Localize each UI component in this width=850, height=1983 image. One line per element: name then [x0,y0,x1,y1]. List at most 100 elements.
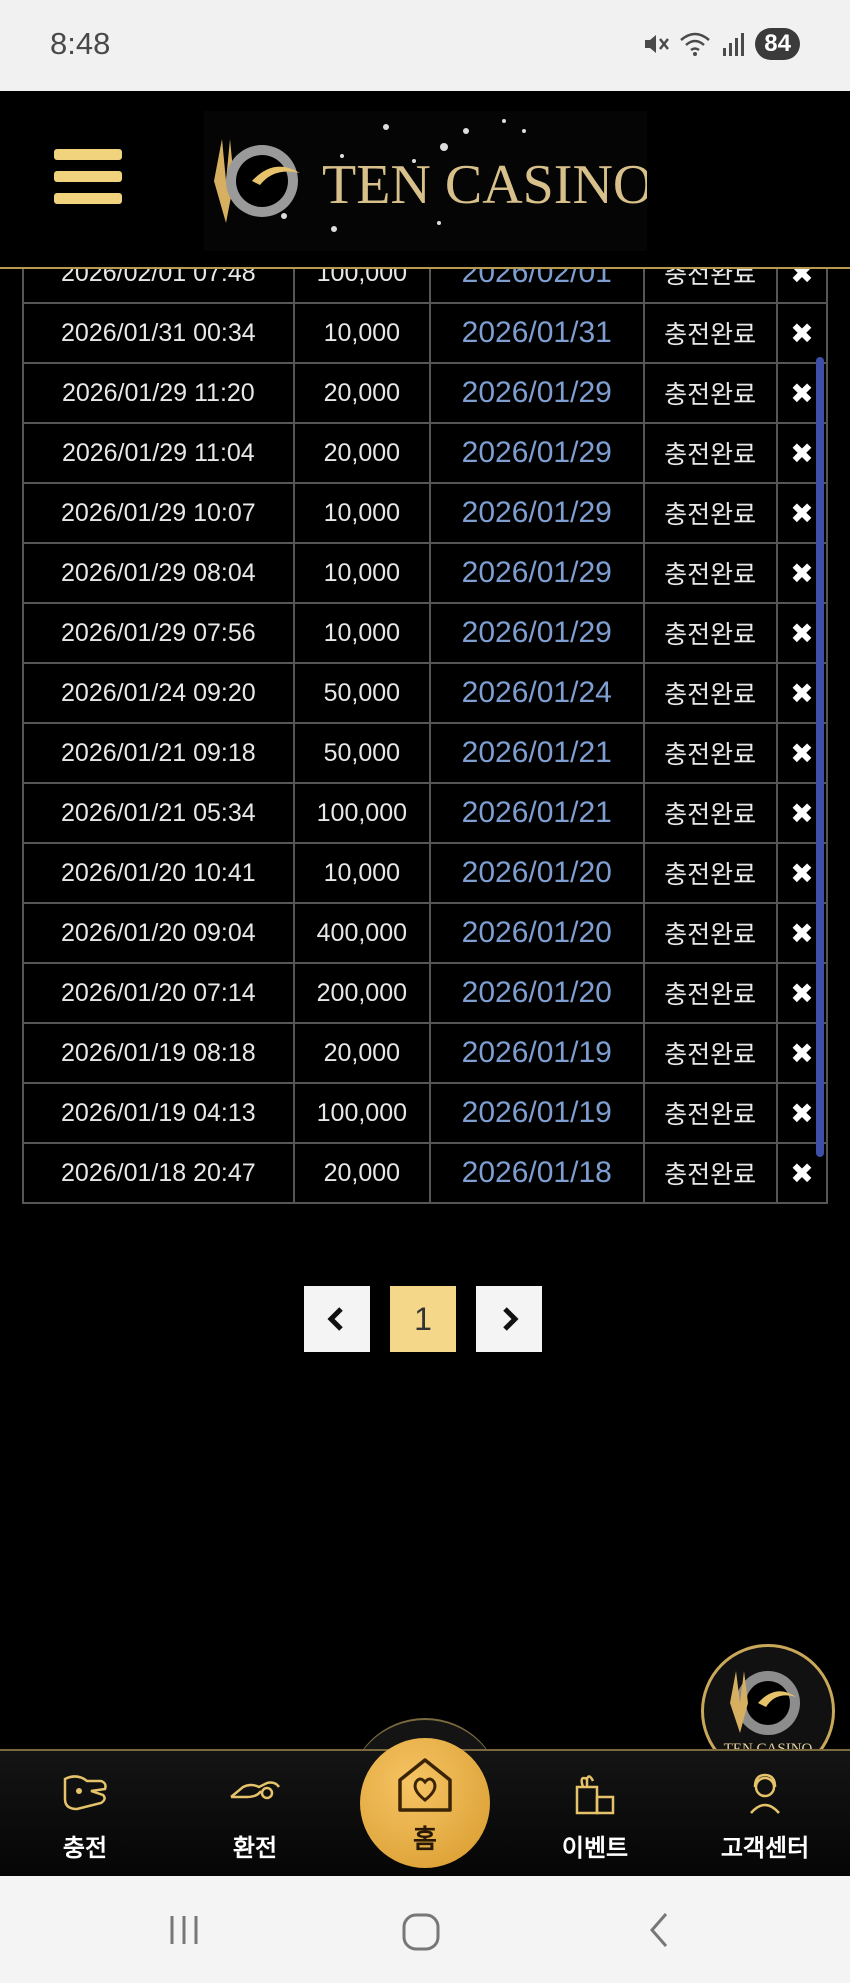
battery-indicator: 84 [755,28,800,60]
table-row: 2026/01/31 00:34 10,000 2026/01/31 충전완료 ✖ [22,302,828,364]
row-date-link[interactable]: 2026/01/21 [429,782,645,844]
row-status: 충전완료 [642,269,778,304]
row-datetime: 2026/01/29 11:20 [22,362,295,424]
row-date-link[interactable]: 2026/01/29 [429,362,645,424]
row-date-link[interactable]: 2026/01/18 [429,1142,645,1204]
hamburger-menu-button[interactable] [54,149,122,209]
table-row: 2026/01/29 11:04 20,000 2026/01/29 충전완료 ✖ [22,422,828,484]
table-row: 2026/01/18 20:47 20,000 2026/01/18 충전완료 ✖ [22,1142,828,1204]
chevron-left-icon [327,1307,343,1331]
wifi-icon [680,32,711,56]
prev-page-button[interactable] [304,1286,370,1352]
row-amount: 50,000 [292,662,432,724]
row-date-link[interactable]: 2026/01/29 [429,542,645,604]
nav-event[interactable]: 이벤트 [530,1751,660,1878]
row-datetime: 2026/01/29 11:04 [22,422,295,484]
next-page-button[interactable] [476,1286,542,1352]
back-icon[interactable] [644,1910,674,1950]
row-amount: 100,000 [292,1082,432,1144]
page-number-current[interactable]: 1 [390,1286,456,1352]
row-datetime: 2026/01/31 00:34 [22,302,295,364]
menu-bar [54,171,122,182]
pagination: 1 [304,1286,542,1352]
row-datetime: 2026/01/29 08:04 [22,542,295,604]
row-amount: 50,000 [292,722,432,784]
table-row: 2026/01/20 10:41 10,000 2026/01/20 충전완료 ✖ [22,842,828,904]
row-date-link[interactable]: 2026/01/29 [429,422,645,484]
row-amount: 10,000 [292,482,432,544]
menu-bar [54,149,122,160]
app-header: TEN CASINO [0,91,850,269]
row-date-link[interactable]: 2026/01/20 [429,962,645,1024]
table-row: 2026/01/20 09:04 400,000 2026/01/20 충전완료 ✖ [22,902,828,964]
home-system-icon[interactable] [401,1912,441,1952]
row-datetime: 2026/02/01 07:48 [22,269,295,304]
row-amount: 10,000 [292,302,432,364]
logo-text: TEN CASINO [322,154,647,216]
row-date-link[interactable]: 2026/01/29 [429,482,645,544]
table-row: 2026/01/29 08:04 10,000 2026/01/29 충전완료 ✖ [22,542,828,604]
row-amount: 20,000 [292,362,432,424]
table-row: 2026/01/21 05:34 100,000 2026/01/21 충전완료 ✖ [22,782,828,844]
home-heart-icon [398,1758,452,1812]
row-amount: 400,000 [292,902,432,964]
deposit-history-table: 2026/02/01 07:48 100,000 2026/02/01 충전완료 ✖ 20… [22,269,828,1243]
menu-bar [54,193,122,204]
row-delete-button[interactable]: ✖ [775,302,828,364]
row-date-link[interactable]: 2026/01/29 [429,602,645,664]
row-status: 충전완료 [642,1082,778,1144]
row-amount: 10,000 [292,602,432,664]
row-amount: 20,000 [292,1022,432,1084]
row-datetime: 2026/01/19 04:13 [22,1082,295,1144]
table-row: 2026/02/01 07:48 100,000 2026/02/01 충전완료 ✖ [22,269,828,304]
row-datetime: 2026/01/29 10:07 [22,482,295,544]
status-icons: 84 [641,28,800,60]
row-datetime: 2026/01/21 09:18 [22,722,295,784]
scrollbar[interactable] [816,357,824,1157]
row-status: 충전완료 [642,302,778,364]
nav-deposit-label: 충전 [62,1835,108,1862]
row-status: 충전완료 [642,962,778,1024]
chevron-right-icon [503,1307,519,1331]
nav-deposit[interactable]: 충전 [20,1751,150,1878]
status-bar: 8:48 84 [0,0,850,91]
row-datetime: 2026/01/19 08:18 [22,1022,295,1084]
nav-home-button[interactable]: 홈 [360,1738,490,1868]
row-datetime: 2026/01/18 20:47 [22,1142,295,1204]
signal-icon [723,33,745,56]
row-datetime: 2026/01/21 05:34 [22,782,295,844]
row-status: 충전완료 [642,782,778,844]
row-status: 충전완료 [642,542,778,604]
support-agent-icon [750,1773,780,1814]
nav-home-label: 홈 [413,1824,437,1854]
recent-apps-icon[interactable] [166,1912,202,1948]
row-datetime: 2026/01/20 07:14 [22,962,295,1024]
gift-icon [575,1775,615,1815]
nav-event-label: 이벤트 [561,1835,629,1862]
row-date-link[interactable]: 2026/01/20 [429,902,645,964]
row-date-link[interactable]: 2026/02/01 [429,269,645,304]
row-date-link[interactable]: 2026/01/19 [429,1082,645,1144]
row-amount: 100,000 [292,269,432,304]
table-row: 2026/01/29 07:56 10,000 2026/01/29 충전완료 ✖ [22,602,828,664]
row-status: 충전완료 [642,362,778,424]
table-row: 2026/01/29 10:07 10,000 2026/01/29 충전완료 ✖ [22,482,828,544]
row-datetime: 2026/01/24 09:20 [22,662,295,724]
row-date-link[interactable]: 2026/01/21 [429,722,645,784]
row-date-link[interactable]: 2026/01/31 [429,302,645,364]
table-row: 2026/01/29 11:20 20,000 2026/01/29 충전완료 ✖ [22,362,828,424]
row-date-link[interactable]: 2026/01/20 [429,842,645,904]
row-status: 충전완료 [642,722,778,784]
system-nav-bar [0,1876,850,1983]
nav-withdraw[interactable]: 환전 [190,1751,320,1878]
row-date-link[interactable]: 2026/01/24 [429,662,645,724]
nav-support[interactable]: 고객센터 [700,1751,830,1878]
ten-casino-logo[interactable]: TEN CASINO [204,111,647,251]
row-date-link[interactable]: 2026/01/19 [429,1022,645,1084]
table-row: 2026/01/20 07:14 200,000 2026/01/20 충전완료 ✖ [22,962,828,1024]
row-delete-button[interactable]: ✖ [775,269,828,304]
row-status: 충전완료 [642,602,778,664]
row-amount: 20,000 [292,422,432,484]
withdraw-icon [230,1781,281,1800]
row-datetime: 2026/01/20 10:41 [22,842,295,904]
